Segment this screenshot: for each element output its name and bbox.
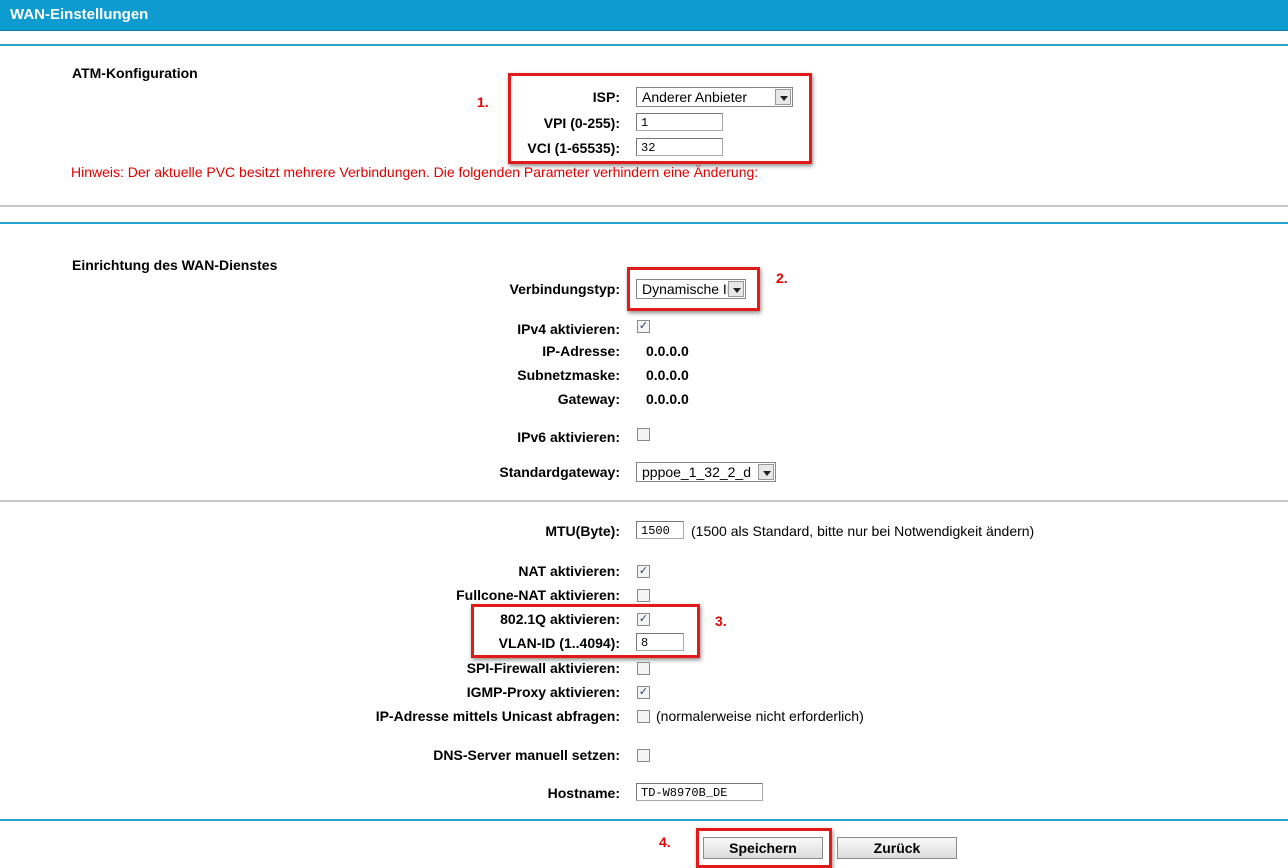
ipv4-label: IPv4 aktivieren: (517, 321, 620, 337)
igmp-checkbox[interactable]: ✓ (637, 686, 650, 699)
vci-label: VCI (1-65535): (527, 140, 620, 156)
vlan-label: VLAN-ID (1..4094): (498, 635, 620, 651)
default-gw-select[interactable]: pppoe_1_32_2_d (636, 462, 776, 482)
gateway-value: 0.0.0.0 (646, 391, 689, 407)
vci-input[interactable]: 32 (636, 138, 723, 156)
dot1q-checkbox[interactable]: ✓ (637, 613, 650, 626)
divider (0, 44, 1288, 46)
ip-value: 0.0.0.0 (646, 343, 689, 359)
divider (0, 500, 1288, 502)
default-gw-label: Standardgateway: (499, 464, 620, 480)
nat-label: NAT aktivieren: (518, 563, 620, 579)
marker-2: 2. (776, 270, 788, 286)
chevron-down-icon (758, 464, 774, 480)
isp-label: ISP: (592, 89, 620, 105)
save-button[interactable]: Speichern (703, 837, 823, 859)
vpi-label: VPI (0-255): (543, 115, 620, 131)
divider (0, 819, 1288, 821)
mtu-input[interactable]: 1500 (636, 521, 684, 539)
mtu-label: MTU(Byte): (545, 523, 620, 539)
vlan-input[interactable]: 8 (636, 633, 684, 651)
hostname-input[interactable]: TD-W8970B_DE (636, 783, 763, 801)
ipv6-label: IPv6 aktivieren: (517, 429, 620, 445)
subnet-value: 0.0.0.0 (646, 367, 689, 383)
subnet-label: Subnetzmaske: (517, 367, 620, 383)
unicast-checkbox[interactable] (637, 710, 650, 723)
marker-3: 3. (715, 613, 727, 629)
nat-checkbox[interactable]: ✓ (637, 565, 650, 578)
dns-label: DNS-Server manuell setzen: (433, 747, 620, 763)
default-gw-select-value: pppoe_1_32_2_d (642, 464, 752, 480)
igmp-label: IGMP-Proxy aktivieren: (466, 684, 620, 700)
fullcone-checkbox[interactable] (637, 589, 650, 602)
ipv4-checkbox[interactable]: ✓ (637, 320, 650, 333)
mtu-note: (1500 als Standard, bitte nur bei Notwen… (691, 523, 1035, 539)
fullcone-label: Fullcone-NAT aktivieren: (456, 587, 620, 603)
pvc-hint: Hinweis: Der aktuelle PVC besitzt mehrer… (71, 164, 759, 180)
isp-select-value: Anderer Anbieter (642, 89, 748, 105)
wan-section-title: Einrichtung des WAN-Dienstes (72, 257, 278, 273)
conn-type-select-value: Dynamische IP (642, 281, 737, 297)
conn-type-label: Verbindungstyp: (509, 281, 620, 297)
isp-select[interactable]: Anderer Anbieter (636, 87, 793, 107)
vpi-input[interactable]: 1 (636, 113, 723, 131)
dns-checkbox[interactable] (637, 749, 650, 762)
conn-type-select[interactable]: Dynamische IP (636, 279, 746, 299)
chevron-down-icon (728, 281, 744, 297)
back-button[interactable]: Zurück (837, 837, 957, 859)
spi-checkbox[interactable] (637, 662, 650, 675)
page-title: WAN-Einstellungen (10, 6, 149, 23)
ipv6-checkbox[interactable] (637, 428, 650, 441)
dot1q-label: 802.1Q aktivieren: (500, 611, 620, 627)
divider (0, 222, 1288, 224)
unicast-note: (normalerweise nicht erforderlich) (656, 708, 864, 724)
divider (0, 205, 1288, 207)
atm-section-title: ATM-Konfiguration (72, 65, 198, 81)
hostname-label: Hostname: (547, 785, 620, 801)
gateway-label: Gateway: (557, 391, 620, 407)
unicast-label: IP-Adresse mittels Unicast abfragen: (375, 708, 620, 724)
spi-label: SPI-Firewall aktivieren: (466, 660, 620, 676)
marker-4: 4. (659, 834, 671, 850)
ip-label: IP-Adresse: (542, 343, 620, 359)
page-header (0, 0, 1288, 31)
chevron-down-icon (775, 89, 791, 105)
